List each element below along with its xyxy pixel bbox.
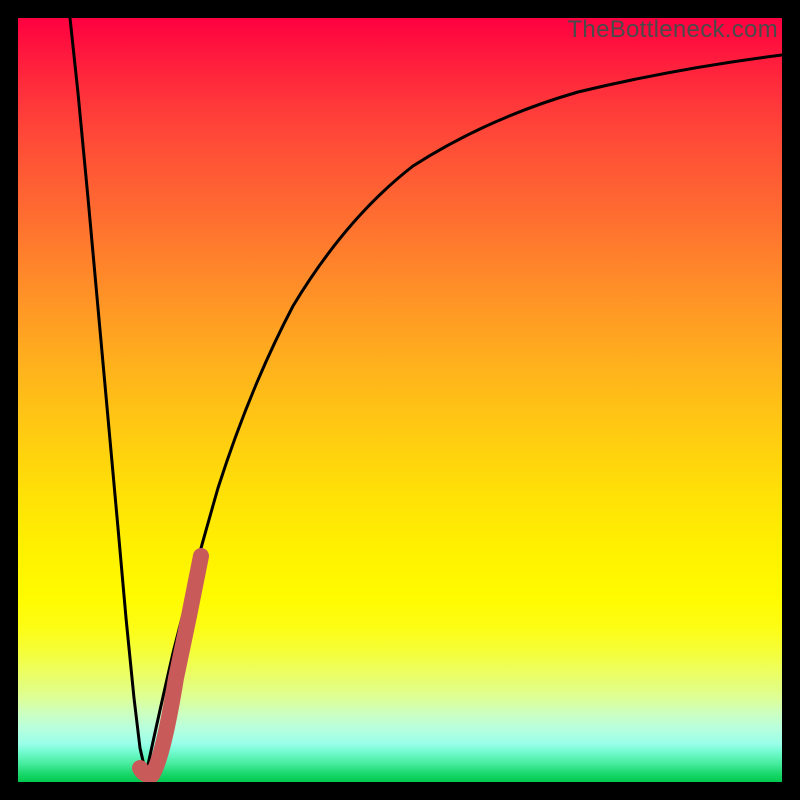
left-descent-line	[70, 18, 146, 774]
highlight-hook	[140, 556, 201, 775]
plot-area: TheBottleneck.com	[18, 18, 782, 782]
curves-svg	[18, 18, 782, 782]
chart-frame: TheBottleneck.com	[0, 0, 800, 800]
right-curve-line-real	[146, 55, 782, 774]
